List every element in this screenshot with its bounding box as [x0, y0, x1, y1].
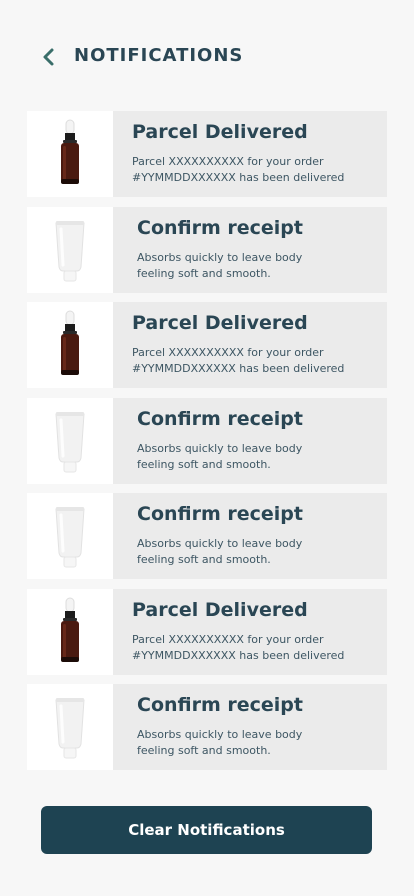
notification-card[interactable]: Confirm receipt Absorbs quickly to leave … — [27, 206, 387, 293]
notification-body: Parcel Delivered Parcel XXXXXXXXXX for yo… — [113, 589, 387, 675]
notification-title: Parcel Delivered — [132, 598, 308, 621]
notification-card[interactable]: Confirm receipt Absorbs quickly to leave … — [27, 397, 387, 484]
notification-description: Parcel XXXXXXXXXX for your order #YYMMDD… — [132, 632, 345, 662]
cream-tube-image — [55, 507, 85, 568]
notification-body: Parcel Delivered Parcel XXXXXXXXXX for yo… — [113, 302, 387, 388]
cream-tube-image — [55, 411, 85, 472]
chevron-left-icon — [43, 48, 54, 66]
notification-description: Parcel XXXXXXXXXX for your order #YYMMDD… — [132, 346, 345, 375]
product-thumbnail — [27, 206, 113, 293]
notification-title: Parcel Delivered — [132, 121, 308, 143]
notification-body: Confirm receipt Absorbs quickly to leave … — [113, 493, 387, 579]
notification-card[interactable]: Parcel Delivered Parcel XXXXXXXXXX for yo… — [27, 302, 387, 388]
product-thumbnail — [27, 111, 113, 197]
notification-title: Confirm receipt — [137, 407, 303, 430]
notification-body: Confirm receipt Absorbs quickly to leave … — [113, 684, 387, 770]
notification-description: Parcel XXXXXXXXXX for your order #YYMMDD… — [132, 155, 345, 184]
notification-body: Parcel Delivered Parcel XXXXXXXXXX for yo… — [113, 111, 387, 197]
notification-title: Parcel Delivered — [132, 312, 308, 334]
notification-title: Confirm receipt — [137, 216, 303, 239]
product-thumbnail — [27, 588, 113, 675]
serum-bottle-image — [61, 310, 79, 375]
notification-description: Absorbs quickly to leave body feeling so… — [137, 250, 303, 280]
cream-tube-image — [55, 220, 85, 281]
clear-notifications-button[interactable]: Clear Notifications — [41, 806, 372, 854]
serum-bottle-image — [61, 119, 79, 184]
notification-title: Confirm receipt — [137, 503, 303, 525]
notification-list: Parcel Delivered Parcel XXXXXXXXXX for yo… — [27, 111, 387, 780]
notification-card[interactable]: Confirm receipt Absorbs quickly to leave … — [27, 684, 387, 770]
notification-card[interactable]: Parcel Delivered Parcel XXXXXXXXXX for yo… — [27, 111, 387, 197]
notification-card[interactable]: Parcel Delivered Parcel XXXXXXXXXX for yo… — [27, 588, 387, 675]
notification-description: Absorbs quickly to leave body feeling so… — [137, 441, 303, 471]
product-thumbnail — [27, 302, 113, 388]
notification-body: Confirm receipt Absorbs quickly to leave … — [113, 398, 387, 484]
notification-title: Confirm receipt — [137, 694, 303, 716]
page-title: NOTIFICATIONS — [74, 45, 244, 66]
notification-description: Absorbs quickly to leave body feeling so… — [137, 537, 303, 566]
notification-description: Absorbs quickly to leave body feeling so… — [137, 728, 303, 757]
product-thumbnail — [27, 684, 113, 770]
notification-body: Confirm receipt Absorbs quickly to leave … — [113, 207, 387, 293]
notifications-screen: NOTIFICATIONS Parcel Delivered Parcel XXX… — [0, 0, 414, 896]
serum-bottle-image — [61, 597, 79, 662]
notification-card[interactable]: Confirm receipt Absorbs quickly to leave … — [27, 493, 387, 579]
product-thumbnail — [27, 493, 113, 579]
product-thumbnail — [27, 397, 113, 484]
back-button[interactable] — [36, 44, 60, 70]
header: NOTIFICATIONS — [0, 40, 414, 74]
cream-tube-image — [55, 698, 85, 759]
